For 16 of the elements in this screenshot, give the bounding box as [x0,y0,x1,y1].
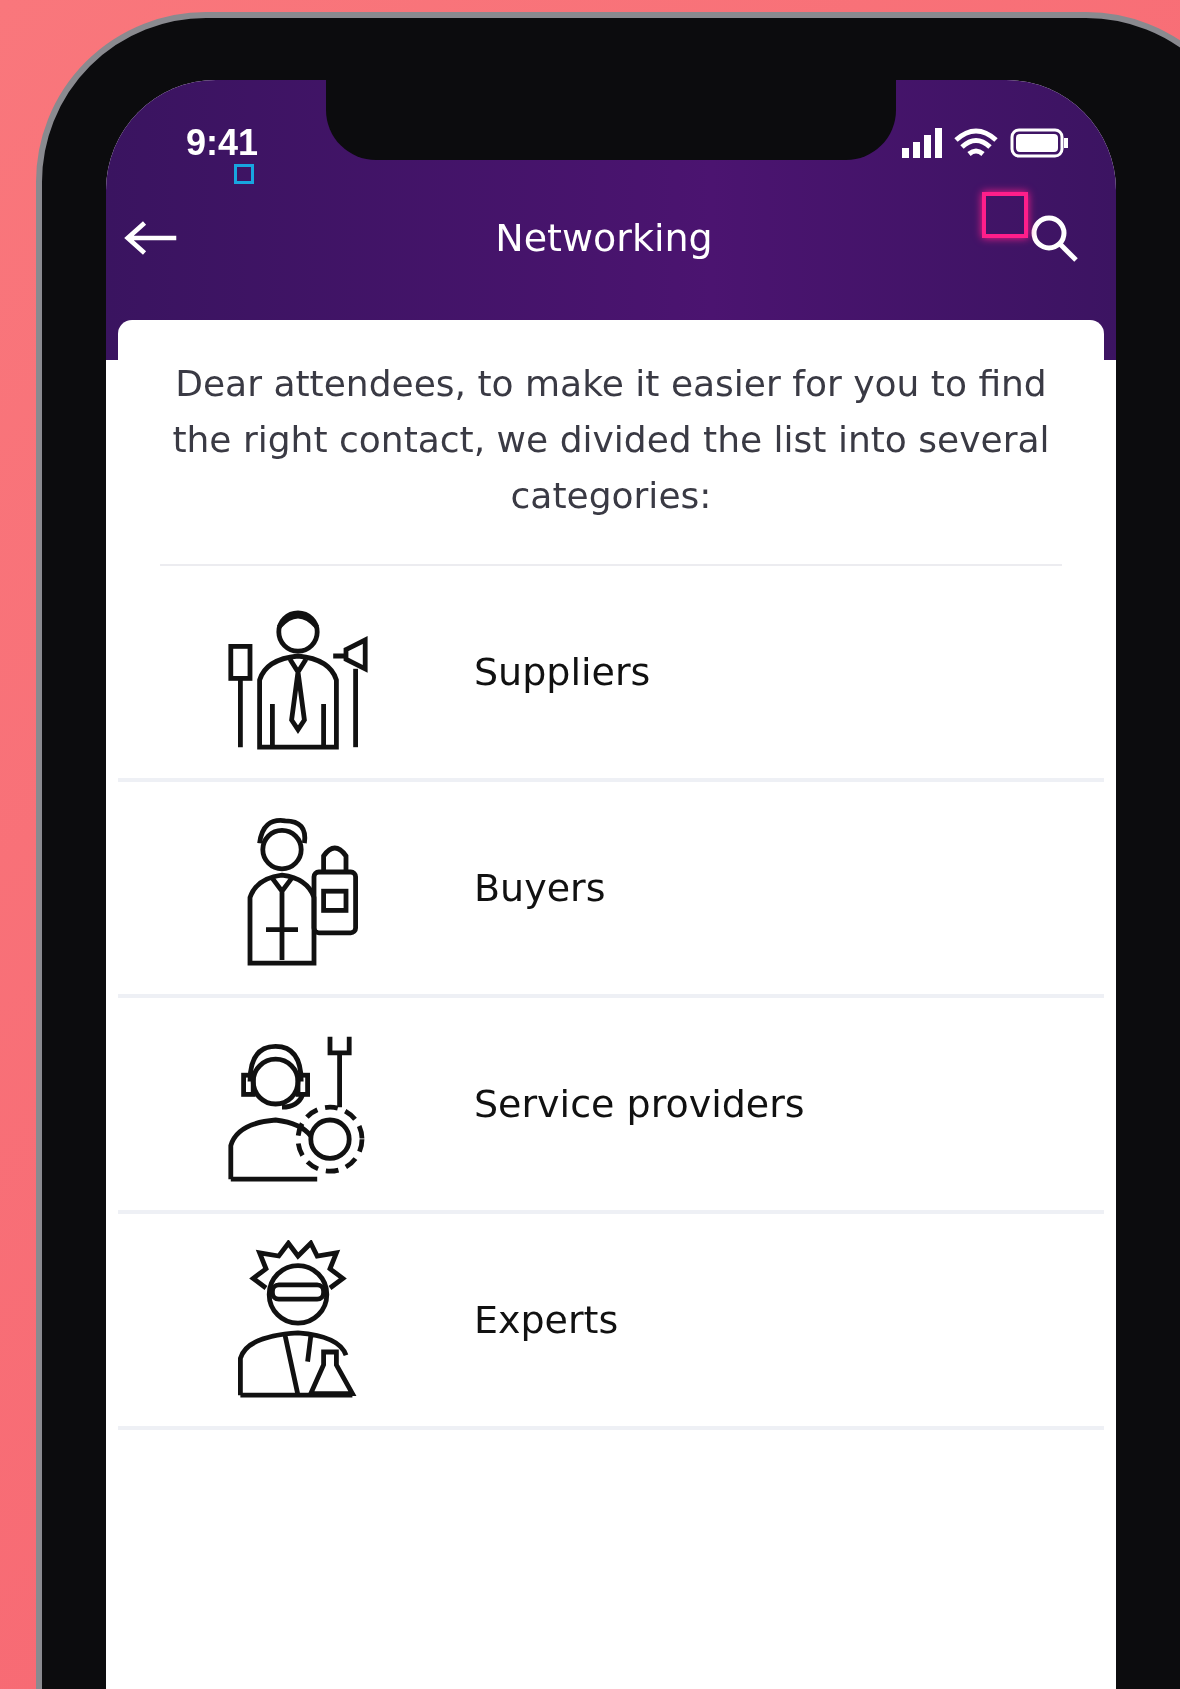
intro-text: Dear attendees, to make it easier for you to find the right contact, we divided the list into several categories: [171,362,1051,518]
wifi-icon [954,128,998,158]
decor-square [982,192,1028,238]
category-item[interactable]: Experts [118,1214,1104,1430]
category-label: Buyers [474,866,606,910]
category-item[interactable]: Suppliers [118,566,1104,782]
category-item[interactable]: Service providers [118,998,1104,1214]
category-label: Experts [474,1298,619,1342]
screen-title: Networking [495,216,713,260]
decor-square [234,164,254,184]
category-item[interactable]: Buyers [118,782,1104,998]
battery-icon [1010,128,1070,158]
signal-icon [902,128,942,158]
category-label: Service providers [474,1082,805,1126]
category-label: Suppliers [474,650,651,694]
status-time: 9:41 [186,122,259,164]
